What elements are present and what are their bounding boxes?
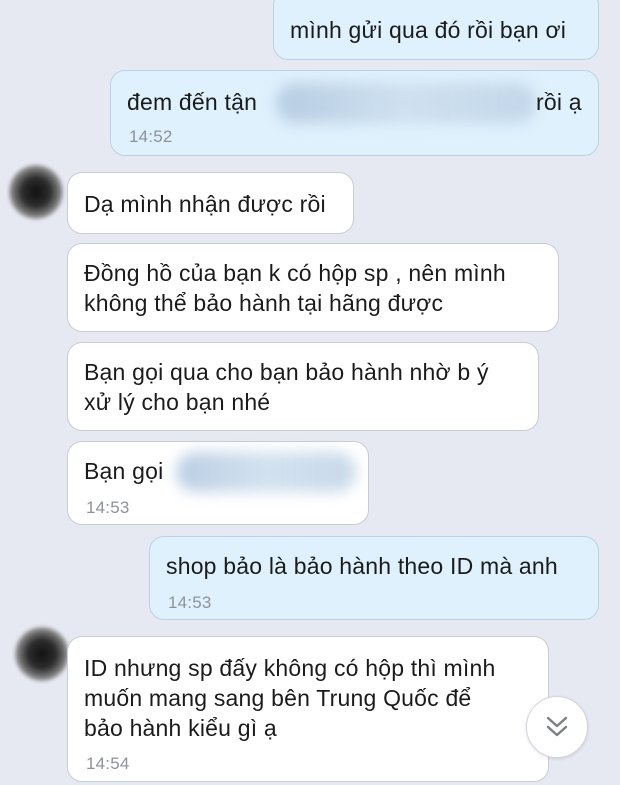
message-text: mình gửi qua đó rồi bạn ơi [290, 17, 567, 43]
redacted-blur [176, 452, 356, 492]
message-text: shop bảo là bảo hành theo ID mà anh [166, 553, 558, 579]
avatar[interactable] [8, 164, 64, 220]
message-text-line: muốn mang sang bên Trung Quốc để [84, 685, 472, 711]
message-text-line: xử lý cho bạn nhé [84, 389, 271, 415]
message-bubble-outgoing[interactable]: đem đến tận rồi ạ 14:52 [110, 70, 599, 156]
message-text: Bạn gọi [84, 458, 164, 484]
message-text-line: Đồng hồ của bạn k có hộp sp , nên mình [84, 260, 506, 286]
message-text: đem đến tận [127, 89, 258, 115]
message-bubble-incoming[interactable]: Đồng hồ của bạn k có hộp sp , nên mình k… [67, 243, 559, 332]
scroll-to-bottom-button[interactable] [526, 696, 588, 758]
message-timestamp: 14:53 [168, 593, 212, 612]
message-text-line: ID nhưng sp đấy không có hộp thì mình [84, 655, 496, 681]
avatar[interactable] [14, 626, 70, 682]
message-timestamp: 14:52 [129, 127, 173, 146]
redacted-blur [276, 83, 536, 123]
message-bubble-outgoing[interactable]: shop bảo là bảo hành theo ID mà anh 14:5… [149, 536, 599, 620]
message-bubble-outgoing[interactable]: mình gửi qua đó rồi bạn ơi [273, 0, 599, 60]
message-bubble-incoming[interactable]: Bạn gọi 14:53 [67, 441, 369, 525]
message-bubble-incoming[interactable]: Dạ mình nhận được rồi [67, 172, 354, 234]
message-text: rồi ạ [536, 89, 582, 115]
message-timestamp: 14:54 [86, 754, 130, 773]
message-text-line: không thể bảo hành tại hãng được [84, 290, 444, 316]
message-text-line: bảo hành kiểu gì ạ [84, 715, 277, 741]
message-bubble-incoming[interactable]: ID nhưng sp đấy không có hộp thì mình mu… [67, 636, 549, 782]
double-chevron-down-icon [546, 716, 568, 737]
message-text-line: Bạn gọi qua cho bạn bảo hành nhờ b ý [84, 359, 489, 385]
message-text: Dạ mình nhận được rồi [84, 191, 326, 217]
message-bubble-incoming[interactable]: Bạn gọi qua cho bạn bảo hành nhờ b ý xử … [67, 342, 539, 431]
message-timestamp: 14:53 [86, 498, 130, 517]
